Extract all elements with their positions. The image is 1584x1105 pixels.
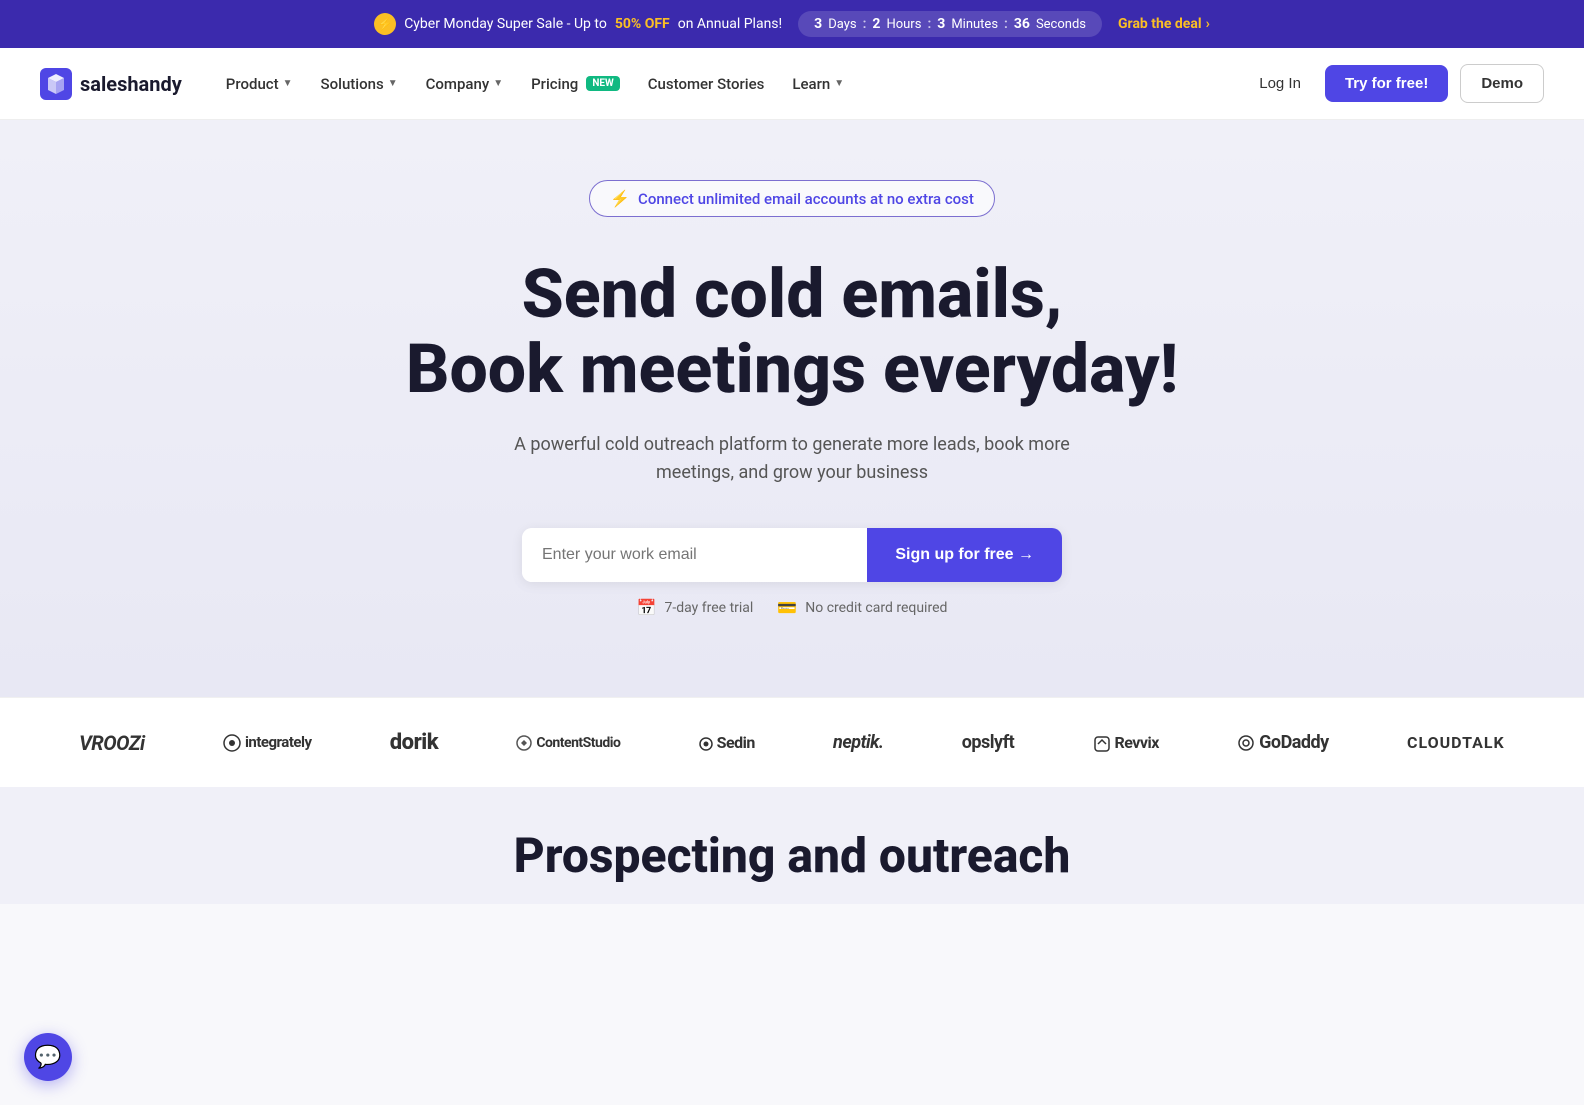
learn-chevron-icon: ▼ (834, 78, 844, 89)
demo-button[interactable]: Demo (1460, 64, 1544, 103)
logo-dorik: dorik (390, 730, 438, 755)
top-banner: ⚡ Cyber Monday Super Sale - Up to 50% OF… (0, 0, 1584, 48)
hours-label: Hours (886, 17, 921, 32)
trust-trial-label: 7-day free trial (665, 600, 754, 616)
calendar-icon: 📅 (637, 598, 657, 617)
nav-company[interactable]: Company ▼ (414, 67, 516, 101)
logo-opslyft: opslyft (962, 732, 1015, 753)
trust-trial: 📅 7-day free trial (637, 598, 754, 617)
bottom-teaser-title: Prospecting and outreach (20, 827, 1564, 884)
signup-button[interactable]: Sign up for free → (867, 528, 1062, 582)
badge-lightning-icon: ⚡ (610, 189, 630, 208)
hero-section: ⚡ Connect unlimited email accounts at no… (0, 120, 1584, 697)
product-chevron-icon: ▼ (283, 78, 293, 89)
countdown-timer: 3 Days : 2 Hours : 3 Minutes : 36 Second… (798, 11, 1102, 37)
banner-highlight: 50% OFF (615, 16, 670, 32)
logos-section: VROOZi integrately dorik ContentStudio S… (0, 697, 1584, 787)
nav-product[interactable]: Product ▼ (214, 67, 305, 101)
logo-contentstudio: ContentStudio (516, 735, 620, 751)
hours-number: 2 (872, 16, 880, 32)
login-button[interactable]: Log In (1247, 67, 1313, 100)
nav-links: Product ▼ Solutions ▼ Company ▼ Pricing … (214, 67, 1247, 101)
email-input[interactable] (522, 528, 867, 582)
minutes-label: Minutes (951, 17, 998, 32)
hero-badge: ⚡ Connect unlimited email accounts at no… (589, 180, 995, 217)
nav-learn[interactable]: Learn ▼ (780, 67, 856, 101)
lightning-icon: ⚡ (374, 13, 396, 35)
hero-badge-text: Connect unlimited email accounts at no e… (638, 190, 974, 208)
logo-sedin: Sedin (699, 733, 755, 752)
hero-title: Send cold emails, Book meetings everyday… (342, 257, 1242, 407)
logo[interactable]: saleshandy (40, 68, 182, 100)
hero-title-line2: Book meetings everyday! (406, 329, 1178, 409)
hero-title-line1: Send cold emails, (522, 254, 1063, 334)
logo-revvix: Revvix (1093, 733, 1159, 753)
nav-customer-stories[interactable]: Customer Stories (636, 67, 777, 101)
solutions-chevron-icon: ▼ (388, 78, 398, 89)
logo-godaddy: GoDaddy (1237, 732, 1329, 753)
trust-no-card-label: No credit card required (805, 600, 947, 616)
navbar: saleshandy Product ▼ Solutions ▼ Company… (0, 48, 1584, 120)
separator-3: : (1004, 16, 1008, 32)
banner-post-text: on Annual Plans! (678, 16, 782, 32)
nav-pricing[interactable]: Pricing NEW (519, 67, 632, 101)
bottom-teaser: Prospecting and outreach (0, 787, 1584, 904)
seconds-number: 36 (1014, 16, 1030, 32)
days-label: Days (828, 17, 856, 32)
seconds-label: Seconds (1036, 17, 1086, 32)
logo-cloudtalk: CLOUDTALK (1407, 733, 1505, 752)
email-signup-form: Sign up for free → (522, 528, 1062, 582)
separator-1: : (863, 16, 867, 32)
nav-solutions[interactable]: Solutions ▼ (309, 67, 410, 101)
company-chevron-icon: ▼ (493, 78, 503, 89)
hero-subtitle: A powerful cold outreach platform to gen… (482, 431, 1102, 489)
nav-actions: Log In Try for free! Demo (1247, 64, 1544, 103)
logo-integrately: integrately (223, 733, 312, 752)
credit-card-icon: 💳 (777, 598, 797, 617)
trust-no-card: 💳 No credit card required (777, 598, 947, 617)
chat-icon: 💬 (34, 1045, 61, 1070)
minutes-number: 3 (937, 16, 945, 32)
try-free-button[interactable]: Try for free! (1325, 65, 1448, 102)
logo-vroozi: VROOZi (79, 731, 145, 755)
chat-button[interactable]: 💬 (24, 1033, 72, 1081)
trust-row: 📅 7-day free trial 💳 No credit card requ… (20, 598, 1564, 617)
logo-neptik: neptik. (833, 732, 883, 753)
days-number: 3 (814, 16, 822, 32)
banner-pre-text: Cyber Monday Super Sale - Up to (404, 16, 607, 32)
banner-message: ⚡ Cyber Monday Super Sale - Up to 50% OF… (374, 13, 782, 35)
grab-deal-link[interactable]: Grab the deal › (1118, 16, 1210, 32)
separator-2: : (927, 16, 931, 32)
pricing-new-badge: NEW (586, 76, 619, 91)
